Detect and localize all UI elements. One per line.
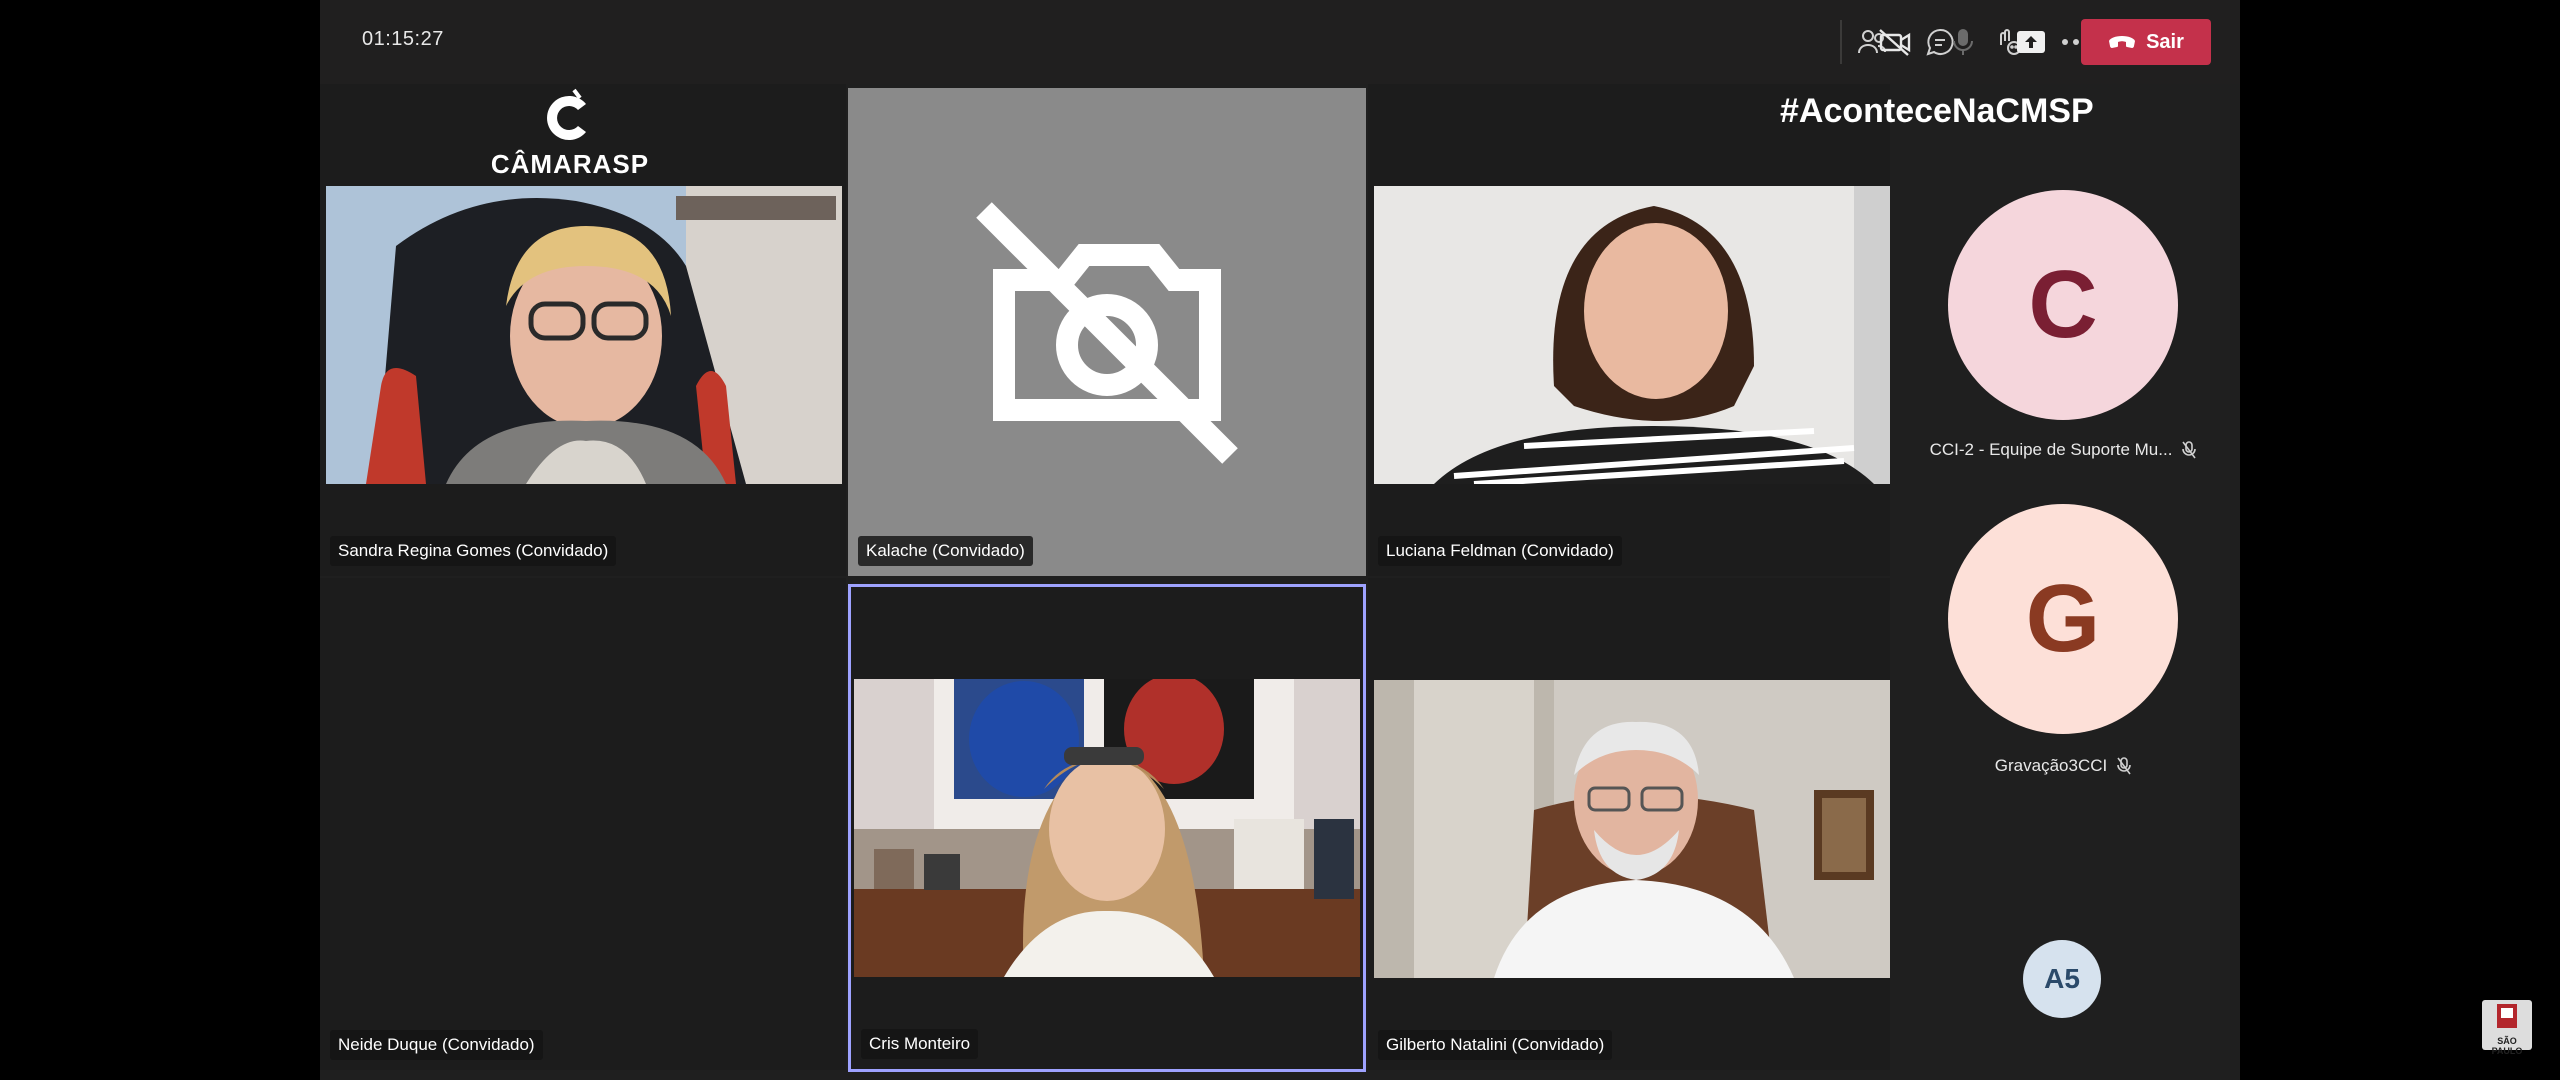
participant-tile-kalache[interactable]: Kalache (Convidado) [848, 88, 1366, 576]
camera-off-icon [976, 202, 1238, 464]
phone-hangup-icon [2109, 36, 2136, 48]
share-icon [2017, 31, 2045, 53]
camarasp-logo: CÂMARASP [490, 88, 650, 180]
participant-tile-cris[interactable]: Cris Monteiro [848, 584, 1366, 1072]
participant-name: Kalache (Convidado) [858, 536, 1033, 566]
mic-icon [1953, 29, 1973, 55]
teams-meeting-window: 01:15:27 Sair CÂMARASP Sandra Regina Gom… [320, 0, 2240, 1080]
participant-video-luciana [1374, 186, 1890, 487]
mic-muted-icon [2182, 441, 2197, 459]
participant-name: Neide Duque (Convidado) [330, 1030, 543, 1060]
participant-video-sandra [326, 186, 842, 484]
participant-tile-sandra[interactable]: CÂMARASP Sandra Regina Gomes (Convidado) [320, 84, 846, 576]
participant-tile-luciana[interactable]: Luciana Feldman (Convidado) [1368, 84, 1890, 576]
camera-off-icon [1879, 29, 1911, 56]
leave-label: Sair [2146, 30, 2184, 53]
participant-video-gilberto [1374, 680, 1890, 978]
participant-name: Luciana Feldman (Convidado) [1378, 536, 1622, 566]
overflow-participants-button[interactable]: A5 [2023, 940, 2101, 1018]
toolbar-divider [1840, 20, 1842, 64]
participant-name: Cris Monteiro [861, 1029, 979, 1059]
sidebar-participant-name: Gravação3CCI [1848, 756, 2278, 776]
participant-avatar-g[interactable]: G [1948, 504, 2178, 734]
leave-button[interactable]: Sair [2081, 19, 2211, 65]
meeting-timer: 01:15:27 [362, 28, 444, 50]
microphone-button[interactable] [1938, 18, 1988, 66]
camera-off-button[interactable] [1870, 18, 1920, 66]
camarasp-c-logo-icon [547, 88, 586, 140]
participant-tile-gilberto[interactable]: Gilberto Natalini (Convidado) [1368, 578, 1890, 1070]
participant-avatar-c[interactable]: C [1948, 190, 2178, 420]
video-grid: CÂMARASP Sandra Regina Gomes (Convidado)… [320, 84, 1890, 1080]
participant-tile-neide[interactable]: Neide Duque (Convidado) [320, 578, 846, 1070]
mic-muted-icon [2117, 757, 2132, 775]
hashtag-banner: #AconteceNaCMSP [1780, 92, 2094, 130]
participant-video-cris [854, 674, 1360, 977]
participant-name: Gilberto Natalini (Convidado) [1378, 1030, 1613, 1060]
participant-name: Sandra Regina Gomes (Convidado) [330, 536, 617, 566]
sidebar-participant-name: CCI-2 - Equipe de Suporte Mu... [1848, 440, 2278, 460]
share-screen-button[interactable] [2006, 18, 2056, 66]
logo-text: CÂMARASP [490, 149, 650, 179]
sao-paulo-city-logo: SÃO PAULO [2482, 1000, 2532, 1056]
city-seal-icon [2497, 1004, 2517, 1028]
